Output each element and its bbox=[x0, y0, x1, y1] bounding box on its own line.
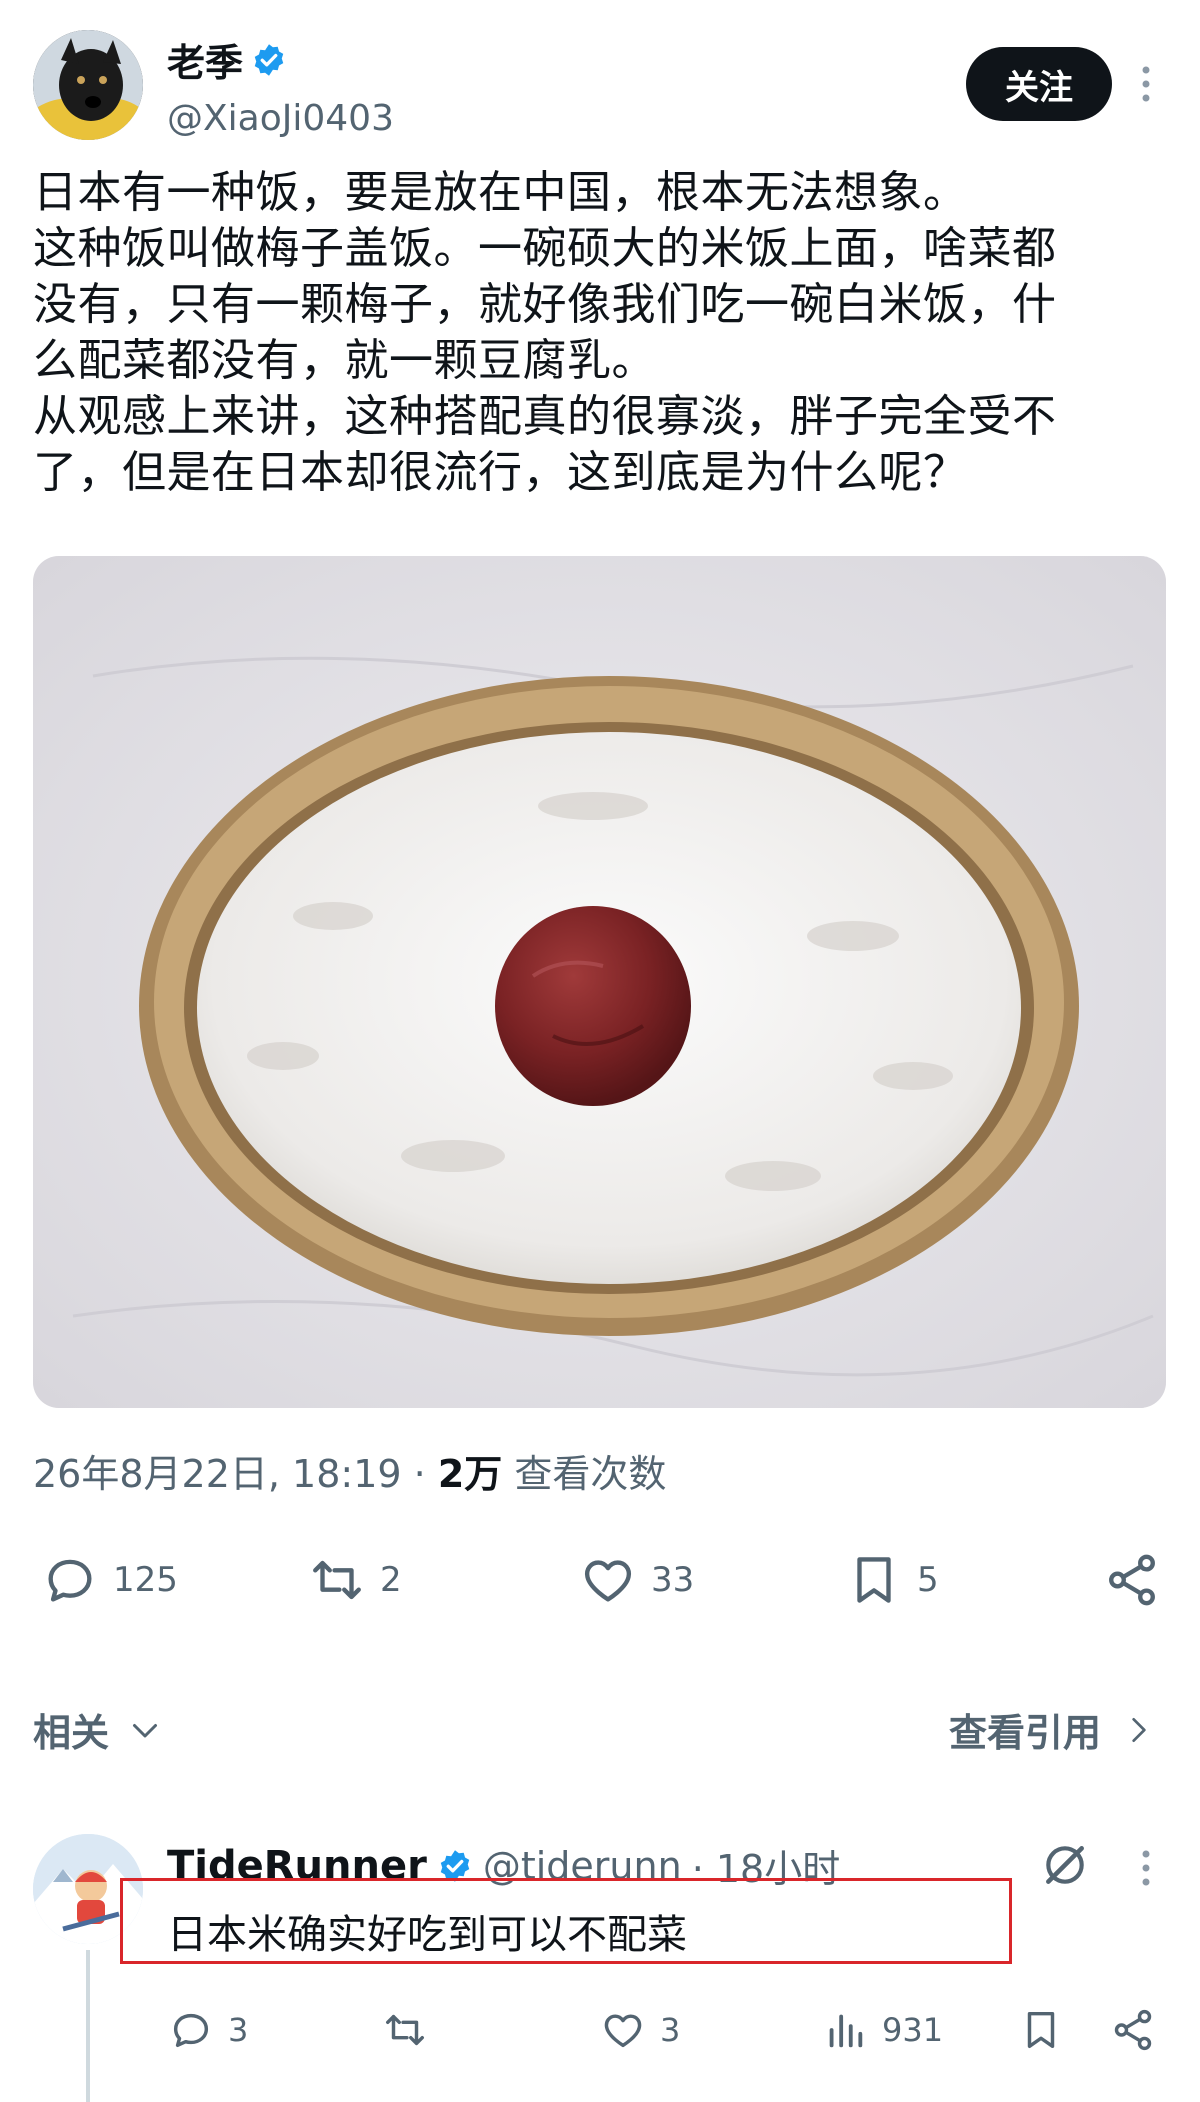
post-text-line: 了，但是在日本却很流行，这到底是为什么呢？ bbox=[33, 447, 968, 498]
author-name-text: 老季 bbox=[167, 41, 244, 85]
highlight-annotation-box bbox=[120, 1878, 1012, 1964]
views-count: 2万 bbox=[437, 1452, 503, 1496]
reply-like-count: 3 bbox=[660, 2011, 681, 2049]
post-text-line: 这种饭叫做梅子盖饭。一碗硕大的米饭上面，啥菜都 bbox=[33, 223, 1057, 274]
post-action-bar: 125 2 33 5 bbox=[33, 1545, 1168, 1615]
post-text-line: 从观感上来讲，这种搭配真的很寡淡，胖子完全受不 bbox=[33, 391, 1057, 442]
thread-line bbox=[86, 1950, 90, 2102]
retweet-count: 2 bbox=[380, 1560, 402, 1600]
post-text: 日本有一种饭，要是放在中国，根本无法想象。 这种饭叫做梅子盖饭。一碗硕大的米饭上… bbox=[33, 165, 1173, 501]
chevron-down-icon bbox=[133, 1723, 158, 1737]
reply-action-bar: 3 3 931 bbox=[160, 2000, 1170, 2060]
reply-views-button[interactable]: 931 bbox=[822, 2000, 943, 2060]
bookmark-count: 5 bbox=[917, 1560, 939, 1600]
post-photo[interactable] bbox=[33, 556, 1166, 1408]
author-avatar[interactable] bbox=[33, 30, 143, 140]
retweet-button[interactable]: 2 bbox=[308, 1545, 402, 1615]
reply-retweet-button[interactable] bbox=[382, 2000, 428, 2060]
bookmark-button[interactable]: 5 bbox=[845, 1545, 939, 1615]
post-timestamp[interactable]: 26年8月22日, 18:19 bbox=[33, 1452, 402, 1496]
reply-share-button[interactable] bbox=[1110, 2000, 1156, 2060]
retweet-icon bbox=[313, 1560, 361, 1600]
chevron-right-icon bbox=[1132, 1717, 1146, 1742]
reply-like-button[interactable]: 3 bbox=[600, 2000, 680, 2060]
share-button[interactable] bbox=[1103, 1545, 1161, 1615]
like-button[interactable]: 33 bbox=[579, 1545, 694, 1615]
reply-count: 125 bbox=[113, 1560, 178, 1600]
post-text-line: 日本有一种饭，要是放在中国，根本无法想象。 bbox=[33, 167, 968, 218]
reply-button[interactable]: 125 bbox=[41, 1545, 178, 1615]
reply-icon bbox=[48, 1559, 92, 1602]
reply-reply-count: 3 bbox=[228, 2011, 249, 2049]
related-label: 相关 bbox=[33, 1711, 110, 1755]
post-text-line: 么配菜都没有，就一颗豆腐乳。 bbox=[33, 335, 656, 386]
follow-button[interactable]: 关注 bbox=[966, 47, 1112, 121]
reply-reply-button[interactable]: 3 bbox=[168, 2000, 248, 2060]
related-dropdown[interactable]: 相关 bbox=[33, 1702, 163, 1757]
bookmark-icon bbox=[1027, 2011, 1055, 2049]
bookmark-icon bbox=[857, 1557, 891, 1603]
post-text-line: 没有，只有一颗梅子，就好像我们吃一碗白米饭，什 bbox=[33, 279, 1057, 330]
share-icon bbox=[1109, 1554, 1155, 1606]
share-icon bbox=[1114, 2009, 1152, 2051]
analytics-icon bbox=[829, 2014, 863, 2048]
retweet-icon bbox=[386, 2014, 424, 2046]
heart-icon bbox=[604, 2014, 642, 2048]
like-count: 33 bbox=[651, 1560, 695, 1600]
post-meta: 26年8月22日, 18:19 · 2万 查看次数 bbox=[33, 1443, 666, 1498]
meta-separator: · bbox=[413, 1452, 426, 1496]
reply-bookmark-button[interactable] bbox=[1018, 2000, 1064, 2060]
view-quotes-label: 查看引用 bbox=[948, 1711, 1101, 1755]
author-handle[interactable]: @XiaoJi0403 bbox=[167, 98, 394, 139]
verified-badge-icon bbox=[254, 43, 284, 76]
grok-icon[interactable] bbox=[1040, 1840, 1090, 1890]
reply-views-count: 931 bbox=[882, 2011, 944, 2049]
view-quotes-link[interactable]: 查看引用 bbox=[949, 1702, 1155, 1757]
more-options-icon[interactable] bbox=[1134, 62, 1158, 106]
reply-more-options-icon[interactable] bbox=[1134, 1846, 1158, 1890]
reply-icon bbox=[173, 2013, 209, 2048]
author-name[interactable]: 老季 bbox=[167, 32, 287, 87]
views-label: 查看次数 bbox=[514, 1452, 667, 1496]
heart-icon bbox=[584, 1560, 632, 1602]
